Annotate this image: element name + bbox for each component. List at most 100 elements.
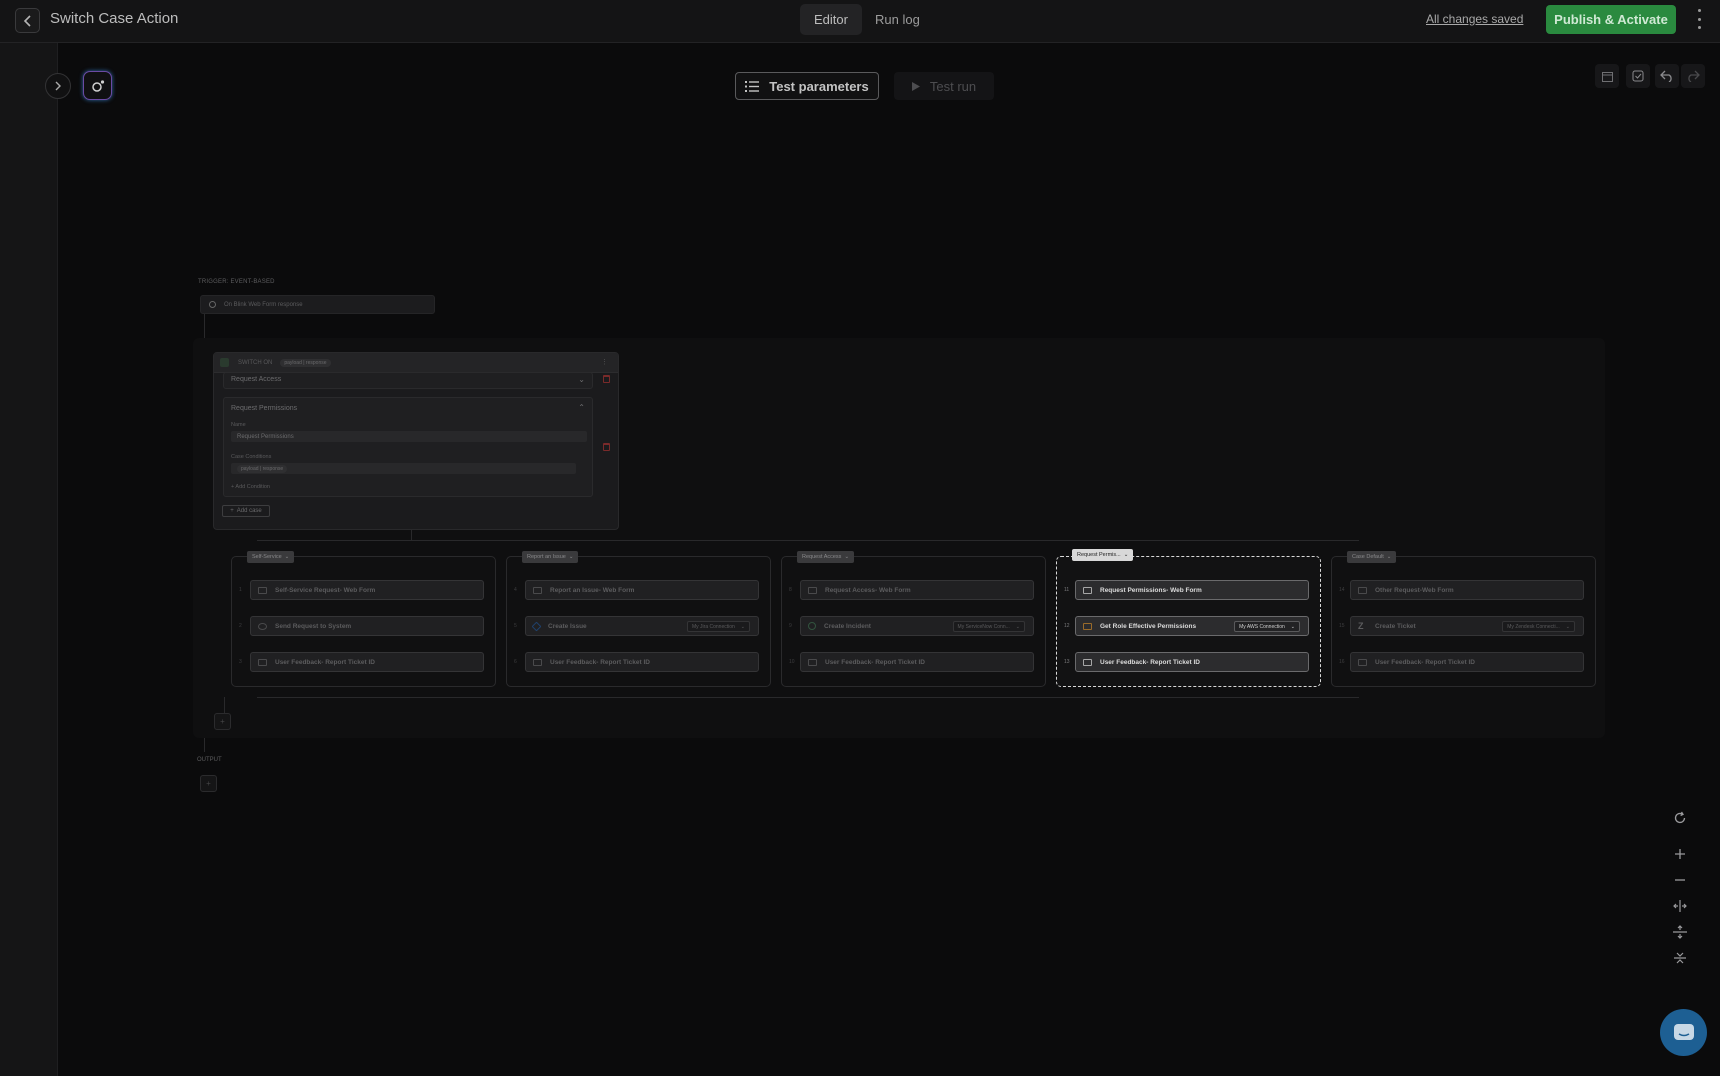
step-report-issue-form[interactable]: Report an Issue- Web Form [525,580,759,600]
condition-chip[interactable]: payload | response [237,464,288,473]
step-create-issue[interactable]: Create Issue My Jira Connection ⌄ [525,616,759,636]
add-case-label: Add case [236,508,262,514]
trigger-label: TRIGGER: EVENT-BASED [198,279,275,285]
tab-editor[interactable]: Editor [800,4,862,35]
delete-case-icon[interactable] [603,375,610,383]
zoom-out-icon[interactable] [1667,868,1693,892]
step-label: User Feedback- Report Ticket ID [1100,658,1200,666]
chevron-up-icon[interactable]: ⌃ [578,403,585,412]
form-icon [808,658,817,666]
branch-tag[interactable]: Request Permis... ⌄ [1072,549,1134,561]
aws-icon [1083,622,1092,630]
name-label: Name [231,422,246,428]
collapse-icon[interactable] [1667,946,1693,970]
step-number: 14 [1339,587,1345,593]
form-icon [258,586,267,594]
step-number: 6 [514,659,517,665]
step-number: 5 [514,623,517,629]
case-row-collapsed[interactable]: Request Access ⌄ [223,372,593,389]
step-user-feedback[interactable]: User Feedback- Report Ticket ID [800,652,1034,672]
branch-tag[interactable]: Request Access ⌄ [797,551,855,563]
branch-tag[interactable]: Report an Issue ⌄ [522,551,579,563]
step-send-request[interactable]: Send Request to System [250,616,484,636]
add-step-button[interactable]: + [214,713,231,730]
step-number: 9 [789,623,792,629]
publish-activate-button[interactable]: Publish & Activate [1546,5,1676,34]
step-label: Self-Service Request- Web Form [275,586,376,594]
connector-line [204,738,205,752]
branch-report-issue[interactable]: Report an Issue ⌄ 4 Report an Issue- Web … [506,551,771,687]
switch-menu-icon[interactable]: ⋮ [601,358,608,366]
chevron-down-icon[interactable]: ⌄ [578,375,585,384]
ai-assistant-button[interactable] [83,71,112,100]
branch-case-default[interactable]: Case Default ⌄ 14 Other Request-Web Form … [1331,551,1596,687]
delete-case-icon[interactable] [603,443,610,451]
connection-select[interactable]: My ServiceNow Conn... ⌄ [952,621,1025,632]
form-icon [533,586,542,594]
fit-width-icon[interactable] [1667,894,1693,918]
connector-line [257,697,1359,698]
step-label: Create Incident [824,622,871,630]
chevron-down-icon: ⌄ [1565,623,1570,630]
case-name-input[interactable]: Request Permissions [231,431,587,442]
step-self-service-form[interactable]: Self-Service Request- Web Form [250,580,484,600]
connection-select[interactable]: My Zendesk Connecti... ⌄ [1502,621,1575,632]
jira-icon [531,621,542,631]
step-create-ticket[interactable]: Z Create Ticket My Zendesk Connecti... ⌄ [1350,616,1584,636]
test-parameters-label: Test parameters [769,78,869,94]
saved-status-link[interactable]: All changes saved [1426,12,1523,26]
step-user-feedback[interactable]: User Feedback- Report Ticket ID [1350,652,1584,672]
zoom-in-icon[interactable] [1667,842,1693,866]
case-header: Request Permissions [231,405,298,412]
step-request-permissions-form[interactable]: Request Permissions- Web Form [1075,580,1309,600]
form-icon [1358,586,1367,594]
trigger-node[interactable]: On Blink Web Form response [200,295,435,314]
validate-icon[interactable] [1626,64,1650,88]
case-conditions-input[interactable]: payload | response [231,463,576,474]
step-create-incident[interactable]: Create Incident My ServiceNow Conn... ⌄ [800,616,1034,636]
branch-self-service[interactable]: Self-Service ⌄ 1 Self-Service Request- We… [231,551,496,687]
chat-support-button[interactable] [1660,1009,1707,1056]
back-button[interactable] [15,8,40,33]
step-number: 10 [789,659,795,665]
tab-run-log[interactable]: Run log [861,4,934,35]
step-user-feedback[interactable]: User Feedback- Report Ticket ID [1075,652,1309,672]
redo-icon[interactable] [1681,64,1705,88]
step-label: Report an Issue- Web Form [550,586,635,594]
add-output-button[interactable]: + [200,775,217,792]
branch-request-permissions[interactable]: Request Permis... ⌄ 11 Request Permission… [1056,549,1321,687]
more-options-icon[interactable] [1694,9,1704,29]
step-user-feedback[interactable]: User Feedback- Report Ticket ID [525,652,759,672]
calendar-icon[interactable] [1595,64,1619,88]
case-row-expanded[interactable]: Request Permissions ⌃ Name Request Permi… [223,397,593,497]
chevron-left-icon [23,14,31,27]
servicenow-icon [808,622,816,630]
chevron-down-icon: ⌄ [284,554,290,560]
branch-tag[interactable]: Self-Service ⌄ [247,551,295,563]
branch-request-access[interactable]: Request Access ⌄ 8 Request Access- Web Fo… [781,551,1046,687]
fit-height-icon[interactable] [1667,920,1693,944]
connection-select[interactable]: My AWS Connection ⌄ [1234,621,1300,632]
add-case-button[interactable]: + Add case [222,505,270,517]
step-label: Other Request-Web Form [1375,586,1454,594]
add-condition-link[interactable]: + Add Condition [231,484,270,490]
switch-on-card[interactable]: SWITCH ON payload | response ⋮ Request A… [213,352,619,530]
chevron-down-icon: ⌄ [1386,554,1392,560]
step-label: User Feedback- Report Ticket ID [1375,658,1475,666]
trigger-icon [209,301,216,308]
chat-icon [1673,1023,1694,1040]
connection-select[interactable]: My Jira Connection ⌄ [687,621,750,632]
test-run-button[interactable]: Test run [894,72,994,100]
list-icon [745,80,760,92]
step-user-feedback[interactable]: User Feedback- Report Ticket ID [250,652,484,672]
undo-icon[interactable] [1655,64,1679,88]
step-label: Request Permissions- Web Form [1100,586,1202,594]
step-other-request-form[interactable]: Other Request-Web Form [1350,580,1584,600]
step-label: Request Access- Web Form [825,586,911,594]
expand-panel-button[interactable] [45,73,71,99]
reset-view-icon[interactable] [1667,806,1693,830]
branch-tag[interactable]: Case Default ⌄ [1347,551,1397,563]
step-request-access-form[interactable]: Request Access- Web Form [800,580,1034,600]
step-get-role-permissions[interactable]: Get Role Effective Permissions My AWS Co… [1075,616,1309,636]
test-parameters-button[interactable]: Test parameters [735,72,879,100]
